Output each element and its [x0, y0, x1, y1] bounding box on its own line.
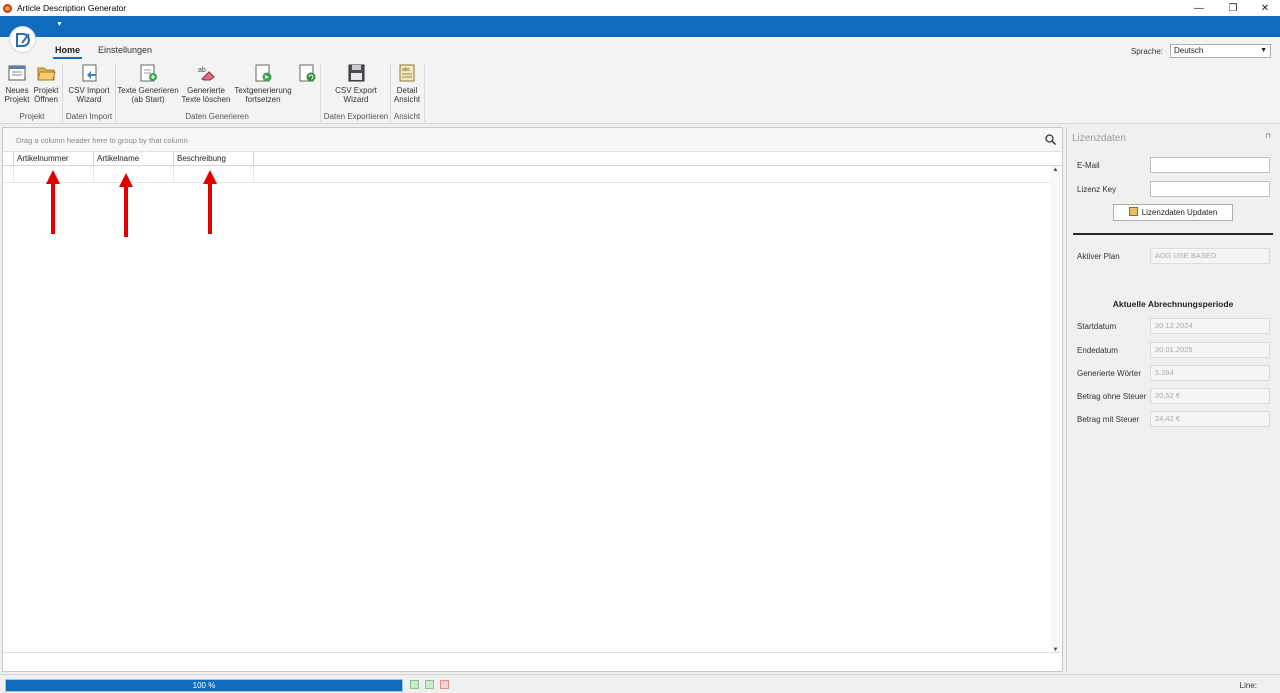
- table-row[interactable]: [3, 166, 1053, 183]
- language-select[interactable]: Deutsch ▼: [1170, 44, 1271, 58]
- refresh-document-icon: [297, 63, 317, 83]
- generate-text-icon: [138, 63, 158, 83]
- progress-bar: 100 %: [5, 679, 403, 692]
- group-label-daten-generieren: Daten Generieren: [185, 112, 249, 121]
- plan-field: ADG USE BASED: [1150, 248, 1270, 264]
- generated-words-field: 5.284: [1150, 365, 1270, 381]
- line-indicator: Line:: [1239, 681, 1257, 690]
- folder-open-icon: [36, 63, 56, 83]
- grid-divider: [3, 652, 1062, 653]
- group-separator: [424, 64, 425, 122]
- scroll-up-icon[interactable]: ▲: [1051, 167, 1060, 173]
- group-separator: [320, 64, 321, 122]
- update-icon: [1128, 207, 1138, 216]
- detail-view-icon: abc: [397, 63, 417, 83]
- app-icon: [3, 3, 12, 13]
- ribbon: Home Einstellungen Sprache: Deutsch ▼ Ne…: [0, 37, 1280, 124]
- generierte-texte-loeschen-button[interactable]: ab Generierte Texte löschen: [181, 63, 231, 104]
- group-by-panel[interactable]: Drag a column header here to group by th…: [3, 128, 1062, 152]
- svg-text:ab: ab: [198, 67, 206, 74]
- quick-access-dropdown-icon[interactable]: ▼: [56, 21, 63, 28]
- svg-text:abc: abc: [402, 67, 411, 73]
- plan-label: Aktiver Plan: [1077, 252, 1120, 261]
- title-bar: Article Description Generator — ❐ ✕: [0, 0, 1280, 16]
- neues-projekt-button[interactable]: Neues Projekt: [4, 63, 30, 104]
- billing-period-heading: Aktuelle Abrechnungsperiode: [1112, 299, 1234, 309]
- email-label: E-Mail: [1077, 161, 1100, 170]
- amount-net-label: Betrag ohne Steuer: [1077, 392, 1147, 401]
- csv-import-wizard-button[interactable]: CSV Import Wizard: [64, 63, 114, 104]
- row-indicator-header: [3, 152, 14, 166]
- email-field[interactable]: [1150, 157, 1270, 173]
- amount-net-field: 20,52 €: [1150, 388, 1270, 404]
- pin-icon[interactable]: ⊓: [1266, 132, 1271, 140]
- license-panel: Lizenzdaten ⊓ E-Mail Lizenz Key Lizenzda…: [1066, 127, 1278, 672]
- row-indicator: [3, 166, 14, 183]
- app-logo[interactable]: [9, 26, 36, 53]
- license-panel-title: Lizenzdaten: [1072, 133, 1126, 144]
- startdatum-label: Startdatum: [1077, 322, 1117, 331]
- language-label: Sprache:: [1130, 47, 1163, 56]
- continue-generation-icon: [253, 63, 273, 83]
- search-icon[interactable]: [1045, 134, 1056, 145]
- group-by-hint: Drag a column header here to group by th…: [16, 136, 188, 145]
- language-value: Deutsch: [1174, 46, 1204, 55]
- new-project-icon: [7, 63, 27, 83]
- group-label-daten-exportieren: Daten Exportieren: [323, 112, 389, 121]
- amount-gross-label: Betrag mit Steuer: [1077, 415, 1140, 424]
- quick-access-bar: ▼: [0, 16, 1280, 37]
- group-separator: [390, 64, 391, 122]
- license-key-field[interactable]: [1150, 181, 1270, 197]
- annotation-arrow: [46, 170, 60, 234]
- column-header-row: Artikelnummer Artikelname Beschreibung: [3, 152, 1062, 166]
- close-button[interactable]: ✕: [1250, 0, 1280, 16]
- column-header-artikelnummer[interactable]: Artikelnummer: [14, 152, 94, 166]
- group-label-ansicht: Ansicht: [393, 112, 421, 121]
- tab-einstellungen[interactable]: Einstellungen: [98, 45, 152, 55]
- status-bar: 100 % Line:: [0, 674, 1280, 693]
- column-header-beschreibung[interactable]: Beschreibung: [174, 152, 254, 166]
- update-license-button[interactable]: Lizenzdaten Updaten: [1113, 204, 1233, 221]
- csv-export-wizard-button[interactable]: CSV Export Wizard: [331, 63, 381, 104]
- annotation-arrow: [203, 170, 217, 234]
- license-key-label: Lizenz Key: [1077, 185, 1117, 194]
- textgenerierung-fortsetzen-button[interactable]: Textgenerierung fortsetzen: [233, 63, 293, 104]
- amount-gross-field: 24,42 €: [1150, 411, 1270, 427]
- status-run-icon[interactable]: [425, 680, 434, 689]
- projekt-oeffnen-button[interactable]: Projekt Öffnen: [32, 63, 60, 104]
- chevron-down-icon: ▼: [1260, 47, 1267, 54]
- status-pause-icon[interactable]: [410, 680, 419, 689]
- group-label-daten-import: Daten Import: [65, 112, 113, 121]
- endedatum-label: Endedatum: [1077, 346, 1118, 355]
- eraser-icon: ab: [196, 63, 216, 83]
- progress-text: 100 %: [192, 681, 216, 690]
- vertical-scrollbar[interactable]: ▲ ▼: [1051, 166, 1060, 654]
- column-header-artikelname[interactable]: Artikelname: [94, 152, 174, 166]
- restore-button[interactable]: ❐: [1218, 0, 1248, 16]
- group-separator: [115, 64, 116, 122]
- annotation-arrow: [119, 173, 133, 237]
- window-title: Article Description Generator: [17, 3, 127, 13]
- article-grid: Drag a column header here to group by th…: [2, 127, 1063, 672]
- section-divider: [1073, 233, 1273, 235]
- generated-words-label: Generierte Wörter: [1077, 369, 1142, 378]
- csv-import-icon: [79, 63, 99, 83]
- save-disk-icon: [346, 63, 366, 83]
- minimize-button[interactable]: —: [1184, 0, 1214, 16]
- endedatum-field: 20.01.2025: [1150, 342, 1270, 358]
- tab-home[interactable]: Home: [52, 45, 83, 59]
- group-label-projekt: Projekt: [19, 112, 45, 121]
- detail-ansicht-button[interactable]: abc Detail Ansicht: [392, 63, 422, 104]
- startdatum-field: 20.12.2024: [1150, 318, 1270, 334]
- texte-generieren-button[interactable]: Texte Generieren (ab Start): [117, 63, 179, 104]
- refresh-generation-button[interactable]: [296, 63, 318, 86]
- status-stop-icon[interactable]: [440, 680, 449, 689]
